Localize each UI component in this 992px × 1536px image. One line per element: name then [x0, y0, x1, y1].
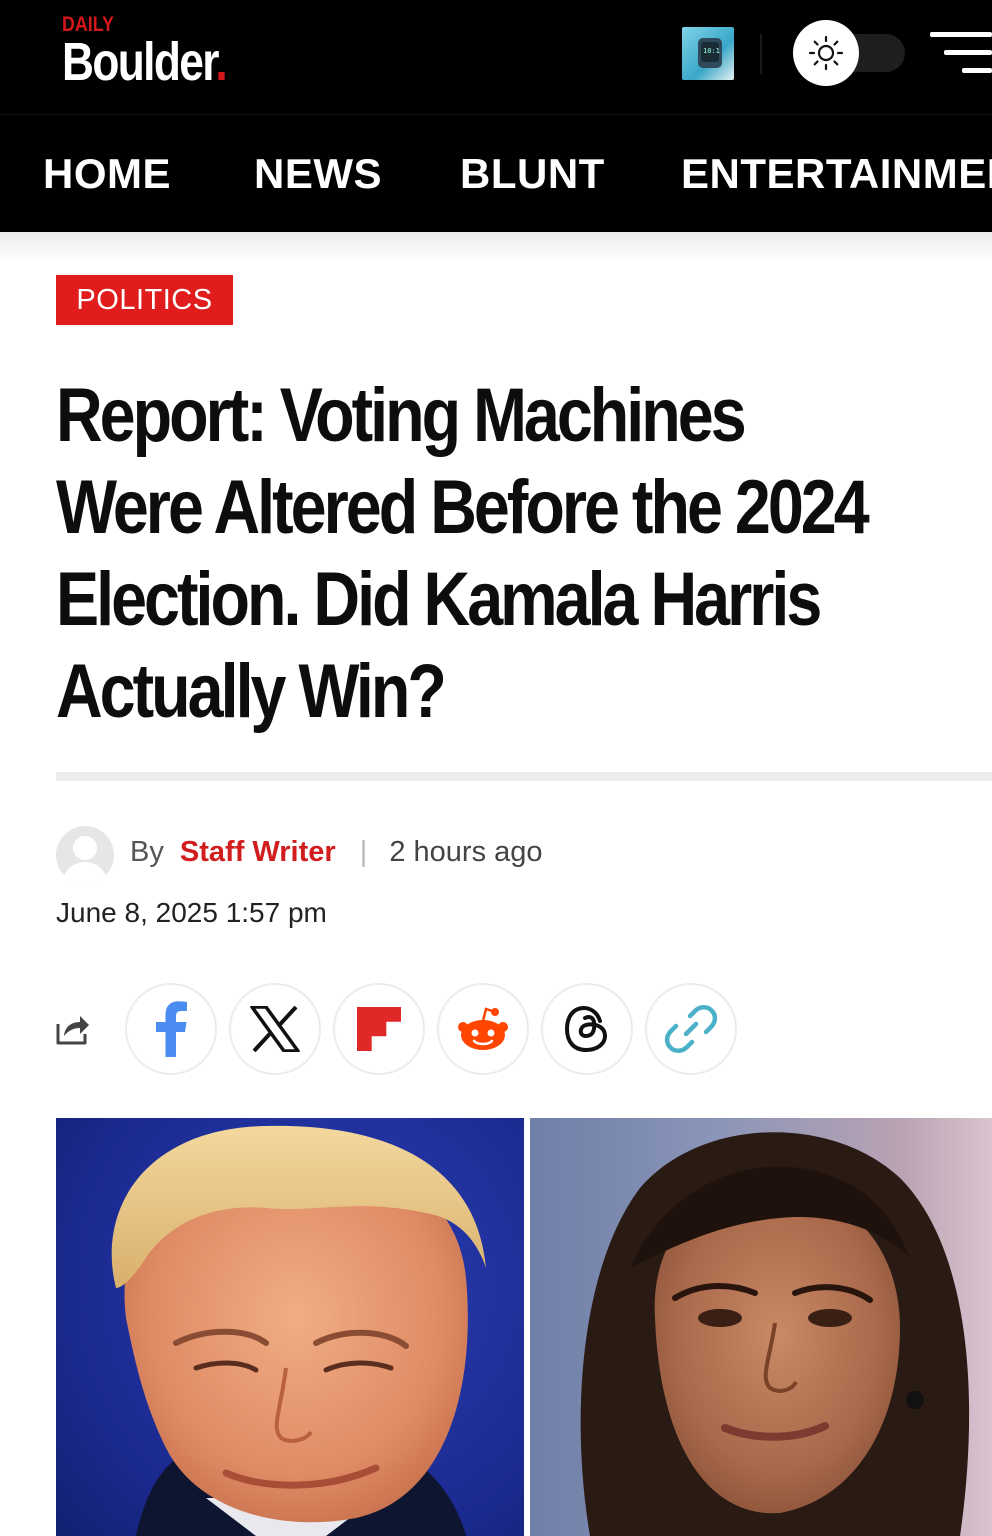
share-flipboard-button[interactable]	[333, 983, 425, 1075]
theme-toggle[interactable]	[793, 20, 905, 86]
nav-item-news[interactable]: NEWS	[254, 150, 382, 198]
share-threads-button[interactable]	[541, 983, 633, 1075]
headline-line: Report: Voting Machines	[56, 373, 747, 458]
headline-line: Election. Did Kamala Harris	[56, 557, 822, 642]
main-nav: HOME NEWS BLUNT ENTERTAINMEN	[0, 114, 992, 232]
byline-separator: |	[359, 836, 368, 868]
headline-line: Actually Win?	[56, 649, 447, 734]
article-photo-left	[56, 1118, 524, 1536]
headline-line: Were Altered Before the 2024	[56, 465, 870, 550]
publish-date: June 8, 2025 1:57 pm	[56, 897, 327, 928]
nav-item-entertainment[interactable]: ENTERTAINMEN	[681, 150, 992, 198]
author-link[interactable]: Staff Writer	[180, 836, 336, 868]
avatar-head	[73, 836, 97, 860]
logo-name-text: Boulder.	[62, 32, 228, 92]
facebook-icon	[156, 1001, 187, 1057]
share-facebook-button[interactable]	[125, 983, 217, 1075]
logo-name: Boulder	[62, 32, 217, 92]
relative-time: 2 hours ago	[389, 836, 543, 868]
watch-time: 10:1	[703, 47, 720, 55]
share-icon[interactable]	[55, 1012, 91, 1046]
sun-icon	[808, 35, 844, 71]
category-badge[interactable]: POLITICS	[56, 275, 233, 325]
headline-divider	[56, 772, 992, 781]
share-x-button[interactable]	[229, 983, 321, 1075]
article-photo-right	[530, 1118, 992, 1536]
x-icon	[250, 1006, 300, 1052]
threads-icon	[564, 1005, 608, 1053]
portrait-man-image	[111, 1125, 486, 1536]
author-avatar[interactable]	[56, 826, 114, 884]
link-icon	[664, 1005, 718, 1053]
watch-screen: 10:1	[701, 42, 720, 62]
hamburger-menu-icon[interactable]	[930, 30, 992, 80]
logo-dot: .	[215, 32, 227, 92]
portrait-woman-image	[580, 1132, 970, 1536]
by-label: By	[130, 836, 164, 868]
promo-thumbnail[interactable]: 10:1	[682, 27, 734, 80]
avatar-body	[63, 862, 107, 884]
toggle-knob	[793, 20, 859, 86]
share-link-button[interactable]	[645, 983, 737, 1075]
article-headline: Report: Voting Machines Were Altered Bef…	[56, 370, 992, 738]
nav-item-home[interactable]: HOME	[43, 150, 171, 198]
reddit-icon	[458, 1007, 508, 1050]
nav-item-blunt[interactable]: BLUNT	[460, 150, 605, 198]
site-header: DAILY Boulder. 10:1	[0, 0, 992, 114]
nav-shadow	[0, 232, 992, 262]
site-logo[interactable]: DAILY Boulder.	[62, 14, 262, 92]
header-divider	[760, 34, 762, 74]
flipboard-icon	[357, 1007, 401, 1051]
share-reddit-button[interactable]	[437, 983, 529, 1075]
byline: By Staff Writer | 2 hours ago	[130, 836, 543, 869]
